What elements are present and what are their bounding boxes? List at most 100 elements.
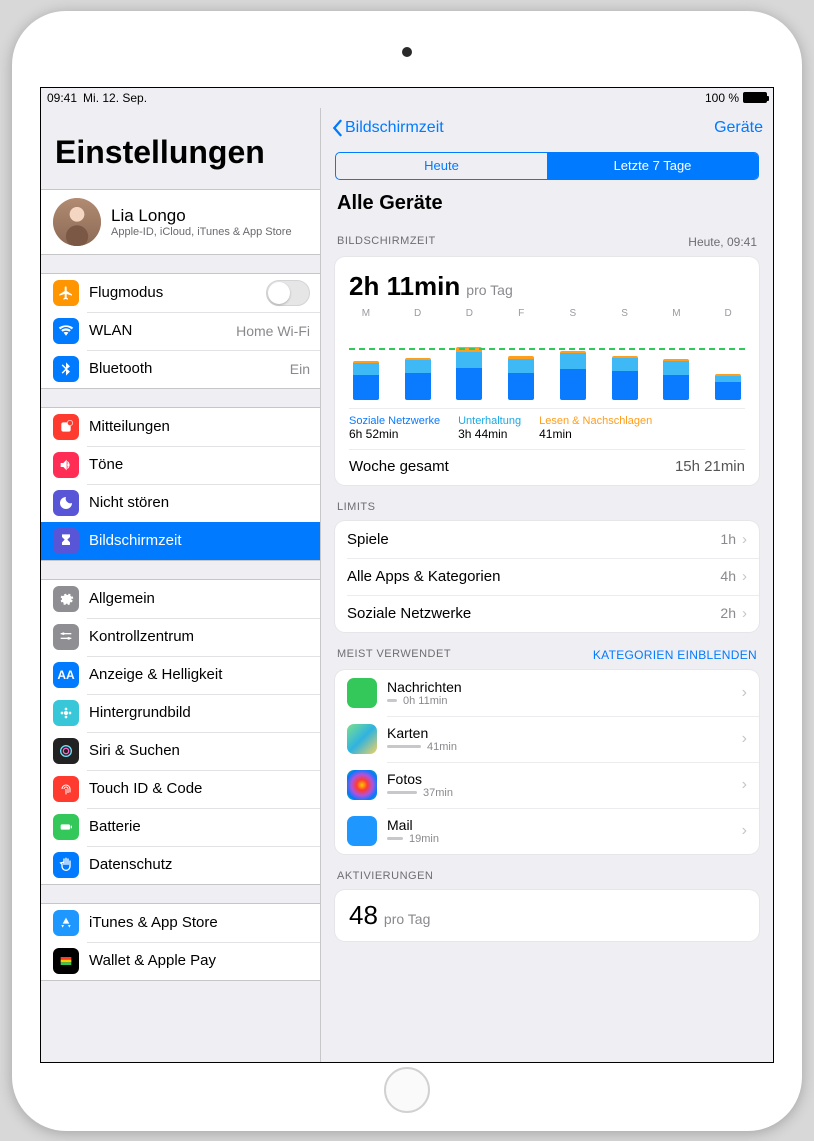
devices-button[interactable]: Geräte [714, 119, 763, 137]
legend-item: Soziale Netzwerke6h 52min [349, 415, 440, 441]
moon-icon [53, 490, 79, 516]
weekly-chart: MDDFSSMD [349, 312, 745, 404]
sidebar-item-label: Hintergrundbild [89, 704, 310, 721]
app-row[interactable]: Mail19min› [335, 808, 759, 854]
sidebar-item-battery[interactable]: Batterie [41, 808, 320, 846]
appstore-icon [53, 910, 79, 936]
app-icon [347, 816, 377, 846]
sound-icon [53, 452, 79, 478]
sidebar-item-label: Kontrollzentrum [89, 628, 310, 645]
legend-item: Unterhaltung3h 44min [458, 415, 521, 441]
chevron-right-icon: › [742, 822, 747, 840]
sidebar-item-wallpaper[interactable]: Hintergrundbild [41, 694, 320, 732]
most-used-header: MEIST VERWENDET KATEGORIEN EINBLENDEN [321, 632, 773, 666]
battery-percent: 100 % [705, 91, 739, 105]
screen: 09:41 Mi. 12. Sep. 100 % Einstellungen [40, 87, 774, 1063]
profile-cell[interactable]: Lia Longo Apple-ID, iCloud, iTunes & App… [41, 190, 320, 254]
sidebar-item-general[interactable]: Allgemein [41, 580, 320, 618]
app-row[interactable]: Karten41min› [335, 716, 759, 762]
notification-icon [53, 414, 79, 440]
sidebar-item-siri[interactable]: Siri & Suchen [41, 732, 320, 770]
chart-legend: Soziale Netzwerke6h 52min Unterhaltung3h … [349, 408, 745, 441]
segment-last7days[interactable]: Letzte 7 Tage [547, 153, 758, 179]
all-devices-title: Alle Geräte [321, 188, 773, 219]
apps-list: Nachrichten0h 11min›Karten41min›Fotos37m… [335, 670, 759, 854]
airplane-toggle[interactable] [266, 280, 310, 306]
sidebar-item-label: Datenschutz [89, 856, 310, 873]
app-row[interactable]: Fotos37min› [335, 762, 759, 808]
sidebar-item-bluetooth[interactable]: Bluetooth Ein [41, 350, 320, 388]
limit-row[interactable]: Soziale Netzwerke2h› [335, 595, 759, 632]
sidebar-item-itunes[interactable]: iTunes & App Store [41, 904, 320, 942]
status-date: Mi. 12. Sep. [83, 91, 147, 105]
back-label: Bildschirmzeit [345, 119, 444, 137]
ipad-device-frame: 09:41 Mi. 12. Sep. 100 % Einstellungen [12, 11, 802, 1131]
home-button[interactable] [384, 1067, 430, 1113]
sidebar-item-wallet[interactable]: Wallet & Apple Pay [41, 942, 320, 980]
hourglass-icon [53, 528, 79, 554]
battery-settings-icon [53, 814, 79, 840]
sidebar-item-airplane[interactable]: Flugmodus [41, 274, 320, 312]
back-button[interactable]: Bildschirmzeit [331, 119, 444, 137]
sidebar-item-label: iTunes & App Store [89, 914, 310, 931]
status-bar: 09:41 Mi. 12. Sep. 100 % [41, 88, 773, 108]
segment-today[interactable]: Heute [336, 153, 547, 179]
screentime-section-header: BILDSCHIRMZEIT Heute, 09:41 [321, 219, 773, 253]
settings-title: Einstellungen [41, 108, 320, 179]
airplane-icon [53, 280, 79, 306]
chevron-right-icon: › [742, 776, 747, 794]
app-row[interactable]: Nachrichten0h 11min› [335, 670, 759, 716]
limits-list: Spiele1h›Alle Apps & Kategorien4h›Sozial… [335, 521, 759, 632]
show-categories-link[interactable]: KATEGORIEN EINBLENDEN [593, 648, 757, 662]
chevron-right-icon: › [742, 684, 747, 702]
bluetooth-icon [53, 356, 79, 382]
chart-bar: D [711, 308, 745, 400]
sidebar-item-sounds[interactable]: Töne [41, 446, 320, 484]
sidebar-item-label: Wallet & Apple Pay [89, 952, 310, 969]
limit-row[interactable]: Alle Apps & Kategorien4h› [335, 558, 759, 595]
chevron-right-icon: › [742, 531, 747, 548]
activations-count: 48 [349, 900, 378, 931]
slider-icon [53, 624, 79, 650]
usage-bar [387, 837, 403, 840]
sidebar-item-touchid[interactable]: Touch ID & Code [41, 770, 320, 808]
app-icon [347, 678, 377, 708]
sidebar-item-label: Anzeige & Helligkeit [89, 666, 310, 683]
sidebar-item-controlcenter[interactable]: Kontrollzentrum [41, 618, 320, 656]
chart-bar: S [608, 308, 642, 400]
sidebar-item-label: Bildschirmzeit [89, 532, 310, 549]
screentime-card[interactable]: 2h 11min pro Tag MDDFSSMD Soziale Netzwe… [335, 257, 759, 485]
battery-icon [743, 92, 767, 103]
wlan-value: Home Wi-Fi [236, 323, 310, 339]
fingerprint-icon [53, 776, 79, 802]
sidebar-item-wlan[interactable]: WLAN Home Wi-Fi [41, 312, 320, 350]
limits-header: LIMITS [321, 485, 773, 517]
segmented-control: Heute Letzte 7 Tage [335, 152, 759, 180]
sidebar-item-label: Allgemein [89, 590, 310, 607]
sidebar-item-screentime[interactable]: Bildschirmzeit [41, 522, 320, 560]
chart-bar: M [349, 308, 383, 400]
sidebar-item-label: Töne [89, 456, 310, 473]
chart-bar: S [556, 308, 590, 400]
wifi-settings-icon [53, 318, 79, 344]
sidebar-item-notifications[interactable]: Mitteilungen [41, 408, 320, 446]
sidebar-item-label: WLAN [89, 322, 236, 339]
activations-card[interactable]: 48 pro Tag [335, 890, 759, 941]
chevron-left-icon [331, 119, 343, 137]
sidebar-item-privacy[interactable]: Datenschutz [41, 846, 320, 884]
sidebar-item-label: Mitteilungen [89, 418, 310, 435]
hand-icon [53, 852, 79, 878]
sidebar-item-label: Nicht stören [89, 494, 310, 511]
sidebar-item-display[interactable]: AA Anzeige & Helligkeit [41, 656, 320, 694]
usage-bar [387, 745, 421, 748]
usage-bar [387, 791, 417, 794]
chart-bar: M [660, 308, 694, 400]
app-icon [347, 770, 377, 800]
front-camera [402, 47, 412, 57]
sidebar-item-dnd[interactable]: Nicht stören [41, 484, 320, 522]
limit-row[interactable]: Spiele1h› [335, 521, 759, 558]
siri-icon [53, 738, 79, 764]
chevron-right-icon: › [742, 568, 747, 585]
settings-sidebar: Einstellungen Lia Longo Apple-ID, iCloud… [41, 108, 321, 1062]
sidebar-item-label: Batterie [89, 818, 310, 835]
